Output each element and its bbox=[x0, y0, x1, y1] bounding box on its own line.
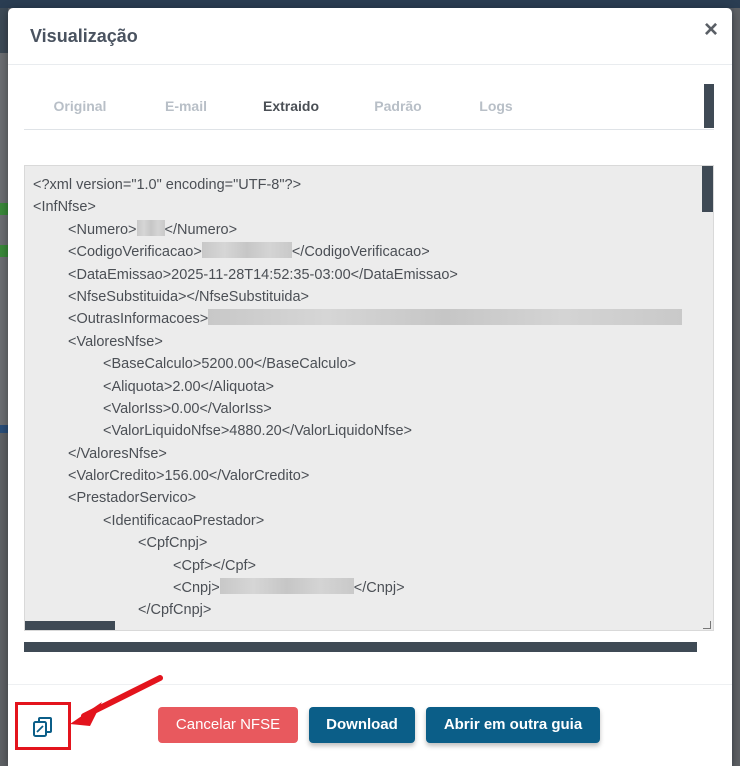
xml-line: <ValorCredito>156.00</ValorCredito> bbox=[33, 465, 703, 487]
xml-text: <CpfCnpj> bbox=[138, 535, 208, 552]
xml-line: <IdentificacaoPrestador> bbox=[33, 510, 703, 532]
copy-highlight-box bbox=[15, 702, 71, 750]
preview-modal: Visualização × Original E-mail Extraido … bbox=[8, 8, 732, 766]
xml-text: <ValorCredito>156.00</ValorCredito> bbox=[68, 468, 310, 485]
xml-text: <Aliquota>2.00</Aliquota> bbox=[103, 378, 274, 395]
redacted-value bbox=[201, 242, 292, 259]
redacted-value bbox=[136, 219, 165, 236]
vertical-scrollbar-track[interactable] bbox=[702, 166, 713, 630]
xml-text: </CpfCnpj> bbox=[138, 602, 212, 619]
background-fragment bbox=[0, 8, 8, 53]
xml-text: <NfseSubstituida></NfseSubstituida> bbox=[68, 288, 310, 305]
xml-text: </ValoresNfse> bbox=[68, 445, 167, 462]
xml-text: <Cpf></Cpf> bbox=[173, 557, 257, 574]
xml-open-tag: <Cnpj> bbox=[173, 580, 220, 597]
xml-text: <DataEmissao>2025-11-28T14:52:35-03:00</… bbox=[68, 266, 458, 283]
xml-line: <?xml version="1.0" encoding="UTF-8"?> bbox=[33, 174, 703, 196]
xml-close-tag: </CodigoVerificacao> bbox=[291, 244, 430, 261]
xml-text: <InfNfse> bbox=[33, 199, 96, 216]
redacted-value bbox=[208, 309, 683, 326]
xml-close-tag: </Numero> bbox=[164, 221, 238, 238]
copy-icon[interactable] bbox=[31, 715, 55, 739]
tab-logs[interactable]: Logs bbox=[450, 92, 542, 130]
xml-line: <CodigoVerificacao> </CodigoVerificacao> bbox=[33, 241, 703, 263]
xml-text: <IdentificacaoPrestador> bbox=[103, 512, 265, 529]
xml-line: <DataEmissao>2025-11-28T14:52:35-03:00</… bbox=[33, 264, 703, 286]
xml-open-tag: <CodigoVerificacao> bbox=[68, 244, 202, 261]
background-fragment bbox=[0, 433, 8, 766]
xml-line: <BaseCalculo>5200.00</BaseCalculo> bbox=[33, 353, 703, 375]
header-divider bbox=[8, 64, 732, 65]
xml-line: <OutrasInformacoes> bbox=[33, 308, 703, 330]
cancel-nfse-button[interactable]: Cancelar NFSE bbox=[158, 707, 298, 743]
modal-title: Visualização bbox=[30, 26, 138, 46]
close-button[interactable]: × bbox=[704, 18, 718, 42]
xml-line: <NfseSubstituida></NfseSubstituida> bbox=[33, 286, 703, 308]
xml-text: <BaseCalculo>5200.00</BaseCalculo> bbox=[103, 356, 357, 373]
background-fragment bbox=[0, 257, 8, 425]
tab-email[interactable]: E-mail bbox=[136, 92, 236, 130]
xml-line: <Cpf></Cpf> bbox=[33, 555, 703, 577]
xml-text: <ValorLiquidoNfse>4880.20</ValorLiquidoN… bbox=[103, 423, 413, 440]
xml-close-tag: </Cnpj> bbox=[353, 580, 405, 597]
xml-open-tag: <Numero> bbox=[68, 221, 137, 238]
xml-open-tag: <OutrasInformacoes> bbox=[68, 311, 209, 328]
tab-scrollbar[interactable] bbox=[704, 84, 714, 128]
xml-content: <?xml version="1.0" encoding="UTF-8"?> <I… bbox=[33, 174, 703, 622]
xml-viewer[interactable]: <?xml version="1.0" encoding="UTF-8"?> <I… bbox=[24, 165, 714, 631]
background-fragment bbox=[0, 215, 8, 245]
tab-original[interactable]: Original bbox=[24, 92, 136, 130]
xml-line: <CpfCnpj> bbox=[33, 532, 703, 554]
xml-line: </ValoresNfse> bbox=[33, 443, 703, 465]
xml-text: <ValorIss>0.00</ValorIss> bbox=[103, 400, 272, 417]
background-header bbox=[0, 0, 740, 8]
xml-text: <?xml version="1.0" encoding="UTF-8"?> bbox=[33, 177, 302, 193]
xml-line: <ValorIss>0.00</ValorIss> bbox=[33, 398, 703, 420]
xml-text: <ValoresNfse> bbox=[68, 333, 163, 350]
xml-line: <ValorLiquidoNfse>4880.20</ValorLiquidoN… bbox=[33, 420, 703, 442]
resize-grip-icon[interactable] bbox=[703, 621, 711, 629]
xml-text: <PrestadorServico> bbox=[68, 490, 197, 507]
background-fragment bbox=[734, 8, 740, 766]
background-fragment bbox=[0, 203, 8, 215]
xml-line: <Aliquota>2.00</Aliquota> bbox=[33, 376, 703, 398]
redacted-value bbox=[219, 578, 354, 595]
open-new-tab-button[interactable]: Abrir em outra guia bbox=[426, 707, 600, 743]
horizontal-scrollbar-thumb[interactable] bbox=[25, 621, 115, 630]
xml-line: </CpfCnpj> bbox=[33, 599, 703, 621]
background-fragment bbox=[0, 53, 8, 203]
vertical-scrollbar-thumb[interactable] bbox=[702, 166, 713, 212]
xml-line: <PrestadorServico> bbox=[33, 487, 703, 509]
tab-extraido[interactable]: Extraido bbox=[236, 92, 346, 130]
tab-bar: Original E-mail Extraido Padrão Logs bbox=[24, 92, 714, 130]
xml-line: <Numero> </Numero> bbox=[33, 219, 703, 241]
tab-padrao[interactable]: Padrão bbox=[346, 92, 450, 130]
background-fragment bbox=[0, 425, 8, 433]
download-button[interactable]: Download bbox=[309, 707, 415, 743]
xml-line: <ValoresNfse> bbox=[33, 331, 703, 353]
xml-line: <Cnpj> </Cnpj> bbox=[33, 577, 703, 599]
xml-line: <InfNfse> bbox=[33, 196, 703, 218]
outer-horizontal-scrollbar[interactable] bbox=[24, 642, 697, 652]
background-fragment bbox=[0, 245, 8, 257]
